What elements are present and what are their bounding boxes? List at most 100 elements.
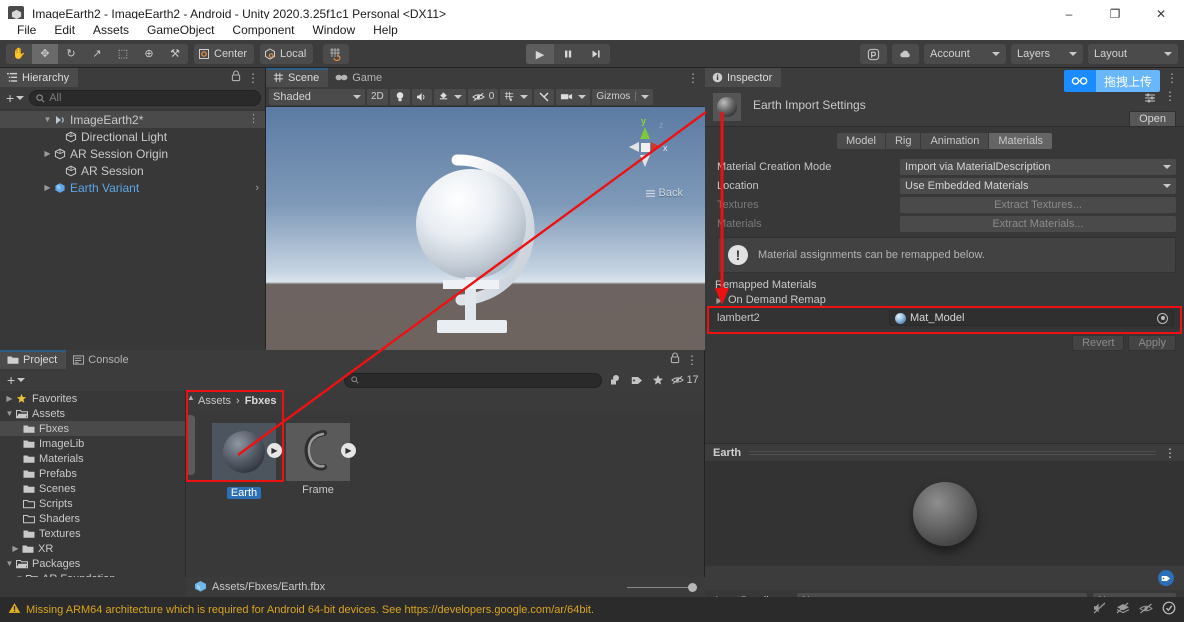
rotate-tool-icon[interactable]: ↻	[58, 44, 84, 64]
status-message-wrapper[interactable]: Missing ARM64 architecture which is requ…	[8, 602, 594, 617]
tab-hierarchy[interactable]: Hierarchy	[0, 68, 79, 87]
scroll-up-arrow[interactable]: ▲	[186, 393, 196, 402]
revert-button[interactable]: Revert	[1072, 335, 1125, 351]
project-tree-item-prefabs[interactable]: Prefabs	[0, 466, 185, 481]
move-tool-icon[interactable]: ✥	[32, 43, 58, 64]
asset-expand-icon[interactable]: ▶	[267, 443, 282, 458]
scale-tool-icon[interactable]: ↗	[84, 44, 110, 64]
extract-textures-button[interactable]: Extract Textures...	[900, 196, 1176, 213]
collab-icon[interactable]	[860, 44, 887, 64]
account-dropdown[interactable]: Account	[924, 44, 1006, 64]
label-icon[interactable]	[1158, 570, 1174, 586]
apply-button[interactable]: Apply	[1128, 335, 1176, 351]
kebab-icon[interactable]: ⋮	[248, 114, 259, 125]
menu-file[interactable]: File	[8, 21, 45, 39]
preview-viewport[interactable]	[705, 461, 1184, 566]
project-content-area[interactable]: ▲ Assets › Fbxes ▶ Earth ▶ Frame	[186, 391, 704, 577]
kebab-icon[interactable]: ⋮	[1164, 90, 1176, 107]
ok-check-icon[interactable]	[1162, 601, 1176, 618]
menu-window[interactable]: Window	[303, 21, 364, 39]
shading-mode-dropdown[interactable]: Shaded	[269, 88, 365, 105]
object-picker-icon[interactable]	[1157, 312, 1168, 324]
kebab-icon[interactable]: ⋮	[687, 72, 699, 84]
project-tree-item-fbxes[interactable]: Fbxes	[0, 421, 185, 436]
project-tree-item-scenes[interactable]: Scenes	[0, 481, 185, 496]
project-tree-item-materials[interactable]: Materials	[0, 451, 185, 466]
asset-type-filter-icon[interactable]	[606, 372, 624, 388]
custom-editor-tool-icon[interactable]: ⚒	[162, 44, 188, 64]
scene-orientation-gizmo[interactable]: y x z	[615, 115, 675, 185]
asset-zoom-slider[interactable]	[627, 581, 697, 593]
project-tree-item-xr[interactable]: ▶ XR	[0, 541, 185, 556]
on-demand-remap-foldout[interactable]: ▶ On Demand Remap	[705, 293, 1184, 307]
tab-game[interactable]: Game	[328, 68, 392, 87]
project-tree-item-ar-foundation[interactable]: ▼ AR Foundation	[0, 571, 185, 577]
tab-project[interactable]: Project	[0, 350, 67, 369]
favorites-star-icon[interactable]	[650, 372, 668, 388]
open-button[interactable]: Open	[1129, 111, 1176, 127]
label-filter-icon[interactable]	[628, 372, 646, 388]
project-tree-item-favorites[interactable]: ▶ Favorites	[0, 391, 185, 406]
menu-component[interactable]: Component	[223, 21, 303, 39]
hierarchy-item-ar-session-origin[interactable]: ▶ AR Session Origin	[0, 145, 265, 162]
scene-viewport[interactable]: y x z Back	[266, 107, 705, 350]
lock-icon[interactable]	[231, 70, 241, 85]
slider-knob[interactable]	[688, 582, 697, 592]
grid-snap-icon[interactable]	[323, 43, 350, 64]
expand-triangle-icon[interactable]: ▶	[42, 149, 53, 158]
menu-gameobject[interactable]: GameObject	[138, 21, 223, 39]
menu-assets[interactable]: Assets	[84, 21, 138, 39]
breadcrumb-fbxes[interactable]: Fbxes	[245, 395, 277, 407]
scene-components-icon[interactable]	[534, 88, 555, 105]
tab-inspector[interactable]: Inspector	[705, 68, 782, 87]
kebab-icon[interactable]: ⋮	[247, 72, 259, 84]
chevron-right-icon[interactable]: ›	[255, 182, 259, 194]
hierarchy-item-directional-light[interactable]: ▶ Directional Light	[0, 128, 265, 145]
material-creation-mode-dropdown[interactable]: Import via MaterialDescription	[900, 158, 1176, 175]
layout-dropdown[interactable]: Layout	[1088, 44, 1178, 64]
hierarchy-add-button[interactable]: +	[4, 90, 26, 106]
project-add-button[interactable]: +	[5, 372, 27, 388]
scene-grid-visibility-dropdown[interactable]	[500, 88, 533, 105]
project-tree-item-assets[interactable]: ▼ Assets	[0, 406, 185, 421]
menu-help[interactable]: Help	[364, 21, 407, 39]
project-tree-item-textures[interactable]: Textures	[0, 526, 185, 541]
project-tree-item-scripts[interactable]: Scripts	[0, 496, 185, 511]
pause-button[interactable]	[554, 44, 582, 64]
layers-off-icon[interactable]	[1116, 602, 1130, 617]
layers-dropdown[interactable]: Layers	[1011, 44, 1083, 64]
project-tree-item-imagelib[interactable]: ImageLib	[0, 436, 185, 451]
breadcrumb-assets[interactable]: Assets	[198, 395, 231, 407]
expand-triangle-icon[interactable]: ▶	[715, 296, 724, 305]
transform-tool-icon[interactable]: ⊕	[136, 44, 162, 64]
tab-animation[interactable]: Animation	[921, 133, 990, 149]
kebab-icon[interactable]: ⋮	[1164, 447, 1176, 459]
kebab-icon[interactable]: ⋮	[1166, 72, 1178, 84]
frame-thumb[interactable]: ▶	[286, 423, 356, 481]
project-search-input[interactable]	[344, 372, 603, 388]
project-tree-item-shaders[interactable]: Shaders	[0, 511, 185, 526]
tab-console[interactable]: Console	[66, 350, 138, 369]
handle-rotation-button[interactable]: Local	[260, 43, 314, 64]
hidden-off-icon[interactable]	[1139, 603, 1153, 617]
expand-triangle-icon[interactable]: ▼	[42, 115, 53, 124]
scene-visibility-icon[interactable]: 0	[467, 88, 499, 105]
expand-triangle-icon[interactable]: ▶	[10, 544, 21, 553]
scene-lighting-icon[interactable]	[389, 88, 410, 105]
scene-audio-icon[interactable]	[411, 88, 432, 105]
hand-tool-icon[interactable]: ✋	[6, 44, 32, 64]
toggle-2d-button[interactable]: 2D	[367, 88, 388, 105]
gizmos-dropdown[interactable]: Gizmos |	[592, 88, 653, 105]
sphere-thumb[interactable]: ▶	[212, 423, 282, 481]
expand-triangle-icon[interactable]: ▶	[42, 183, 53, 192]
mute-audio-icon[interactable]	[1093, 602, 1107, 617]
drag-upload-badge[interactable]: 拖拽上传	[1063, 70, 1160, 92]
hierarchy-search-input[interactable]: All	[29, 90, 261, 106]
scene-camera-dropdown[interactable]	[556, 88, 591, 105]
expand-triangle-icon[interactable]: ▼	[4, 559, 15, 568]
extract-materials-button[interactable]: Extract Materials...	[900, 215, 1176, 232]
tab-scene[interactable]: Scene	[266, 68, 329, 87]
step-button[interactable]	[582, 44, 610, 64]
project-hidden-count[interactable]: 17	[671, 372, 699, 388]
asset-item-frame[interactable]: ▶ Frame	[286, 423, 356, 499]
